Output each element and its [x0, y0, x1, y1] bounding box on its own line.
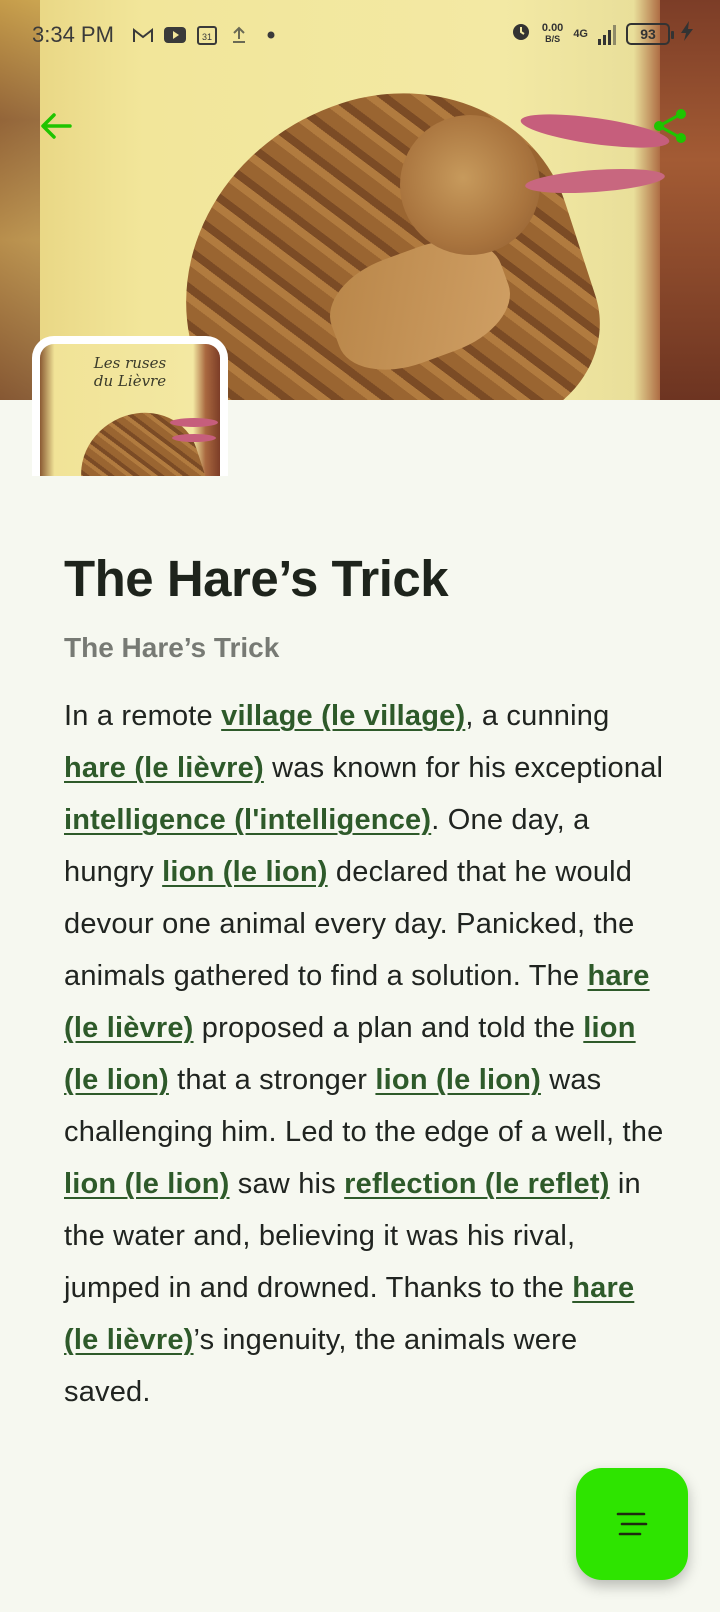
- vocab-link[interactable]: reflection (le reflet): [344, 1168, 609, 1200]
- book-cover: Les ruses du Lièvre: [32, 336, 228, 476]
- youtube-icon: [164, 24, 186, 46]
- vocab-link[interactable]: intelligence (l'intelligence): [64, 804, 431, 836]
- vocab-link[interactable]: village (le village): [221, 700, 465, 732]
- story-text-segment: proposed a plan and told the: [193, 1012, 584, 1044]
- share-button[interactable]: [650, 106, 690, 146]
- status-bar: 3:34 PM 31 0.00 B/S 4G 93: [0, 0, 720, 72]
- vocab-link[interactable]: lion (le lion): [375, 1064, 541, 1096]
- vocab-link[interactable]: lion (le lion): [64, 1168, 230, 1200]
- story-subtitle: The Hare’s Trick: [64, 632, 280, 663]
- story-text-segment: was known for his exceptional: [263, 752, 664, 784]
- vocab-link[interactable]: lion (le lion): [162, 856, 328, 888]
- story-text-segment: In a remote: [64, 700, 222, 732]
- network-type: 4G: [573, 27, 588, 40]
- story-text-segment: , a cunning: [465, 700, 610, 732]
- svg-text:31: 31: [202, 32, 212, 42]
- share-icon: [654, 109, 686, 143]
- back-button[interactable]: [36, 106, 76, 146]
- gmail-icon: [132, 24, 154, 46]
- menu-fab[interactable]: [576, 1468, 688, 1580]
- net-speed: 0.00 B/S: [541, 21, 564, 44]
- story-content: The Hare’s Trick The Hare’s Trick In a r…: [64, 548, 664, 1418]
- dot-icon: [260, 24, 282, 46]
- battery-level: 93: [640, 25, 656, 42]
- cover-title: Les ruses du Lièvre: [93, 354, 167, 390]
- story-text-segment: that a stronger: [168, 1064, 376, 1096]
- arrow-left-icon: [41, 113, 72, 139]
- menu-lines-icon: [616, 1512, 648, 1536]
- signal-icon: [598, 23, 616, 45]
- charging-icon: [680, 20, 694, 47]
- story-text: In a remote village (le village), a cunn…: [64, 690, 664, 1418]
- upload-icon: [228, 24, 250, 46]
- status-time: 3:34 PM: [32, 22, 114, 47]
- alarm-icon: [510, 20, 532, 47]
- vocab-link[interactable]: hare (le lièvre): [64, 752, 264, 784]
- story-title: The Hare’s Trick: [64, 550, 449, 607]
- battery-icon: 93: [626, 22, 674, 45]
- story-text-segment: saw his: [229, 1168, 345, 1200]
- calendar-icon: 31: [196, 24, 218, 46]
